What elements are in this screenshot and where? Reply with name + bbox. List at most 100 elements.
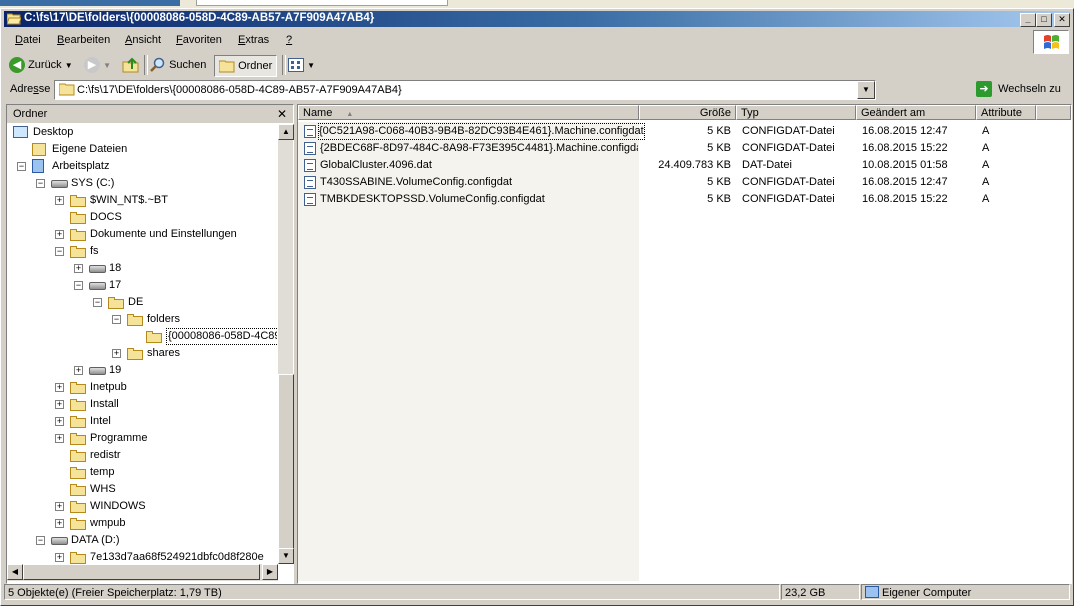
- folders-label: Ordner: [238, 60, 273, 72]
- tree-item[interactable]: + WINDOWS: [7, 498, 277, 515]
- folder-icon: [146, 331, 162, 343]
- tree-item[interactable]: DOCS: [7, 209, 277, 226]
- title-bar[interactable]: C:\fs\17\DE\folders\{00008086-058D-4C89-…: [4, 11, 1070, 27]
- collapse-icon[interactable]: −: [112, 315, 121, 324]
- expand-icon[interactable]: +: [55, 553, 64, 562]
- expand-icon[interactable]: +: [55, 417, 64, 426]
- tree-item[interactable]: temp: [7, 464, 277, 481]
- tree-item[interactable]: − SYS (C:): [7, 175, 277, 192]
- status-location-label: Eigener Computer: [882, 587, 972, 599]
- column-header-attributes[interactable]: Attribute: [976, 105, 1036, 120]
- expand-icon[interactable]: +: [55, 519, 64, 528]
- collapse-icon[interactable]: −: [93, 298, 102, 307]
- minimize-button[interactable]: _: [1020, 13, 1036, 27]
- tree-item[interactable]: {00008086-058D-4C89: [7, 328, 277, 345]
- column-header-modified[interactable]: Geändert am: [856, 105, 976, 120]
- address-input[interactable]: C:\fs\17\DE\folders\{00008086-058D-4C89-…: [54, 80, 876, 100]
- forward-dropdown-icon[interactable]: ▼: [103, 61, 111, 70]
- column-header-type[interactable]: Typ: [736, 105, 856, 120]
- folder-pane-close-icon[interactable]: ✕: [277, 107, 287, 121]
- go-button[interactable]: ➜ Wechseln zu: [976, 80, 1061, 98]
- scroll-up-button[interactable]: ▲: [278, 124, 294, 140]
- folder-icon: [70, 399, 86, 411]
- tree-item[interactable]: redistr: [7, 447, 277, 464]
- expand-icon[interactable]: +: [55, 400, 64, 409]
- search-button[interactable]: Suchen: [150, 55, 206, 75]
- tree-item[interactable]: + shares: [7, 345, 277, 362]
- back-button[interactable]: ◀ Zurück ▼: [9, 55, 73, 75]
- menu-ansicht[interactable]: Ansicht: [125, 34, 161, 46]
- expand-icon[interactable]: +: [55, 383, 64, 392]
- tree-item-label: temp: [90, 466, 115, 478]
- tree-item[interactable]: +19: [7, 362, 277, 379]
- expand-icon[interactable]: +: [55, 230, 64, 239]
- tree-item[interactable]: + Inetpub: [7, 379, 277, 396]
- collapse-icon[interactable]: −: [55, 247, 64, 256]
- file-row[interactable]: {0C521A98-C068-40B3-9B4B-82DC93B4E461}.M…: [298, 123, 1071, 140]
- tree-item[interactable]: +18: [7, 260, 277, 277]
- maximize-button[interactable]: □: [1036, 13, 1052, 27]
- folder-icon: [70, 552, 86, 564]
- file-row[interactable]: {2BDEC68F-8D97-484C-8A98-F73E395C4481}.M…: [298, 140, 1071, 157]
- tree-item[interactable]: + Programme: [7, 430, 277, 447]
- scroll-thumb[interactable]: [278, 374, 294, 552]
- file-row[interactable]: T430SSABINE.VolumeConfig.configdat 5 KB CO…: [298, 174, 1071, 191]
- collapse-icon[interactable]: −: [36, 179, 45, 188]
- tree-item[interactable]: − DATA (D:): [7, 532, 277, 549]
- tree-vertical-scrollbar[interactable]: ▲ ▼: [278, 124, 294, 564]
- menu-extras[interactable]: Extras: [238, 34, 269, 46]
- collapse-icon[interactable]: −: [17, 162, 26, 171]
- expand-icon[interactable]: +: [55, 196, 64, 205]
- close-button[interactable]: ✕: [1054, 13, 1070, 27]
- expand-icon[interactable]: +: [112, 349, 121, 358]
- tree-item[interactable]: +7e133d7aa68f524921dbfc0d8f280e: [7, 549, 277, 564]
- explorer-window: C:\fs\17\DE\folders\{00008086-058D-4C89-…: [0, 8, 1074, 606]
- tree-item[interactable]: − 17: [7, 277, 277, 294]
- tree-item-label: Desktop: [33, 126, 74, 138]
- folder-icon: [70, 450, 86, 462]
- column-header-size[interactable]: Größe: [639, 105, 736, 120]
- folders-button[interactable]: Ordner: [214, 55, 278, 77]
- views-button[interactable]: ▼: [288, 55, 315, 75]
- status-object-count: 5 Objekte(e) (Freier Speicherplatz: 1,79…: [4, 584, 780, 600]
- scroll-thumb[interactable]: [23, 564, 260, 580]
- menu-favoriten[interactable]: Favoriten: [176, 34, 222, 46]
- scroll-left-button[interactable]: ◀: [7, 564, 23, 580]
- expand-icon[interactable]: +: [74, 264, 83, 273]
- tree-item-label: WHS: [90, 483, 116, 495]
- menu-help[interactable]: ?: [286, 34, 292, 46]
- tree-horizontal-scrollbar[interactable]: ◀ ▶: [7, 564, 278, 581]
- collapse-icon[interactable]: −: [36, 536, 45, 545]
- folder-icon: [218, 60, 235, 73]
- scroll-right-button[interactable]: ▶: [262, 564, 278, 580]
- column-header-name[interactable]: Name ▲: [298, 105, 639, 120]
- collapse-icon[interactable]: −: [74, 281, 83, 290]
- folder-icon: [70, 382, 86, 394]
- expand-icon[interactable]: +: [74, 366, 83, 375]
- scroll-down-button[interactable]: ▼: [278, 548, 294, 564]
- tree-item[interactable]: − DE: [7, 294, 277, 311]
- file-row[interactable]: GlobalCluster.4096.dat 24.409.783 KB DAT-D…: [298, 157, 1071, 174]
- tree-item[interactable]: − folders: [7, 311, 277, 328]
- expand-icon[interactable]: +: [55, 502, 64, 511]
- menu-bearbeiten[interactable]: Bearbeiten: [57, 34, 110, 46]
- address-value: C:\fs\17\DE\folders\{00008086-058D-4C89-…: [77, 84, 402, 96]
- up-folder-button[interactable]: [122, 55, 140, 75]
- tree-item[interactable]: + Install: [7, 396, 277, 413]
- menu-datei[interactable]: Datei: [15, 34, 41, 46]
- tree-item[interactable]: Desktop: [7, 124, 277, 141]
- address-dropdown-button[interactable]: ▼: [857, 81, 875, 99]
- expand-icon[interactable]: +: [55, 434, 64, 443]
- tree-item[interactable]: − fs: [7, 243, 277, 260]
- tree-item[interactable]: + $WIN_NT$.~BT: [7, 192, 277, 209]
- tree-item[interactable]: + Dokumente und Einstellungen: [7, 226, 277, 243]
- back-dropdown-icon[interactable]: ▼: [65, 61, 73, 70]
- file-row[interactable]: TMBKDESKTOPSSD.VolumeConfig.configdat 5 K…: [298, 191, 1071, 208]
- tree-item[interactable]: + Intel: [7, 413, 277, 430]
- forward-button[interactable]: ▶ ▼: [84, 55, 111, 75]
- tree-item[interactable]: WHS: [7, 481, 277, 498]
- drive-icon: [89, 282, 106, 290]
- tree-item[interactable]: Eigene Dateien: [7, 141, 277, 158]
- tree-item[interactable]: − Arbeitsplatz: [7, 158, 277, 175]
- tree-item[interactable]: + wmpub: [7, 515, 277, 532]
